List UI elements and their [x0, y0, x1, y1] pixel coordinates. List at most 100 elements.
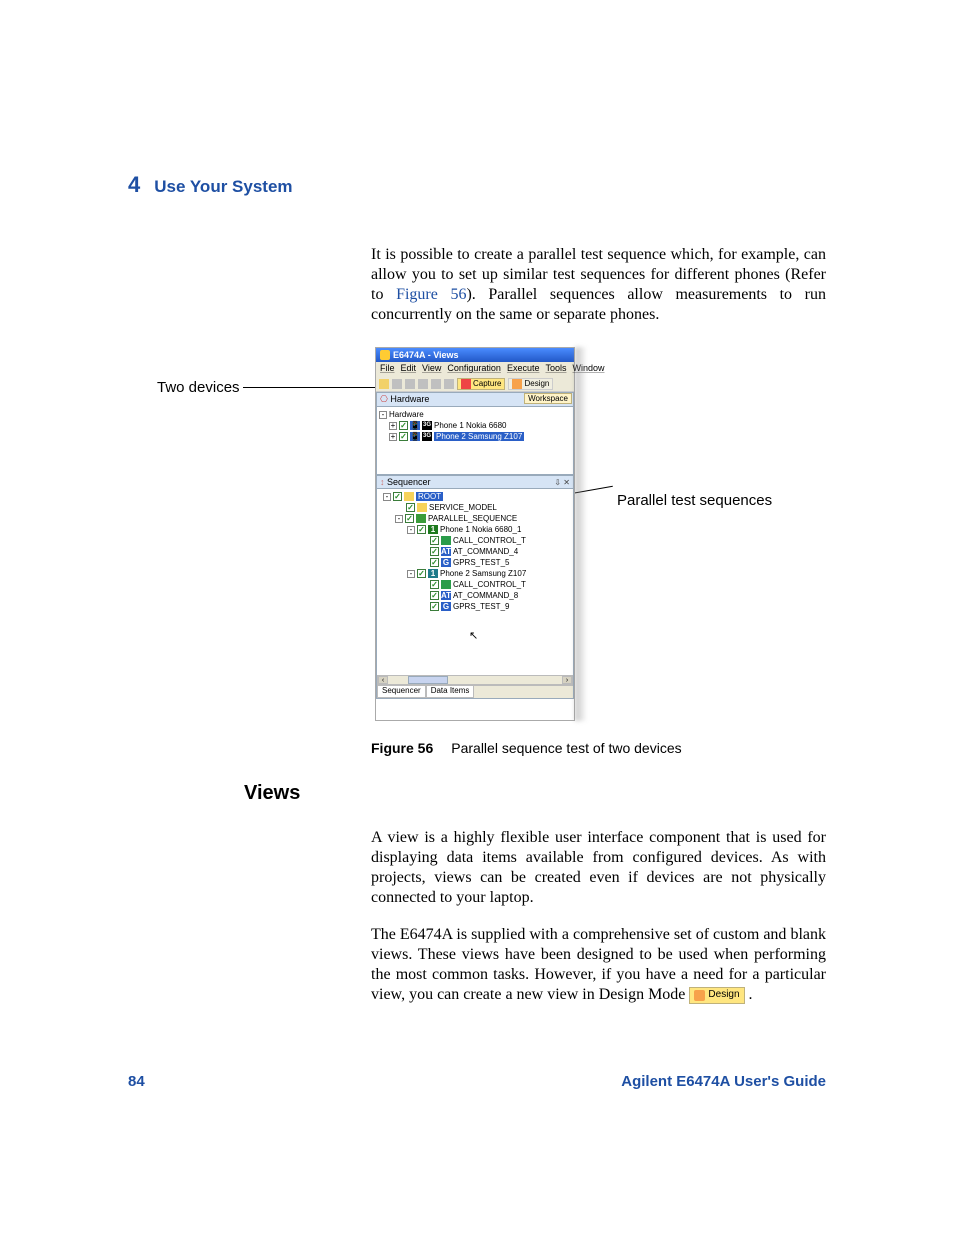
tree-row[interactable]: + ✓ 📱 3G Phone 2 Samsung Z107 — [379, 431, 571, 442]
checkbox[interactable]: ✓ — [417, 569, 426, 578]
window-titlebar[interactable]: E6474A - Views — [376, 348, 574, 362]
open-icon[interactable] — [379, 379, 389, 389]
tree-row[interactable]: ✓ATAT_COMMAND_4 — [379, 546, 571, 557]
tree-label-selected: Phone 2 Samsung Z107 — [434, 432, 524, 441]
checkbox[interactable]: ✓ — [430, 591, 439, 600]
tree-row[interactable]: ✓GGPRS_TEST_9 — [379, 601, 571, 612]
node-icon — [416, 514, 426, 523]
window-title: E6474A - Views — [393, 350, 459, 360]
tree-label: Phone 1 Nokia 6680 — [434, 421, 507, 430]
tree-label: CALL_CONTROL_T — [453, 536, 526, 545]
tree-label: CALL_CONTROL_T — [453, 580, 526, 589]
figure-56: Two devices Parallel test sequences E647… — [157, 347, 817, 727]
tree-label: GPRS_TEST_5 — [453, 558, 509, 567]
menu-tools[interactable]: Tools — [545, 363, 566, 375]
expand-icon[interactable]: - — [407, 570, 415, 578]
checkbox[interactable]: ✓ — [430, 602, 439, 611]
paragraph-parallel-intro: It is possible to create a parallel test… — [371, 245, 826, 325]
design-label: Design — [524, 379, 549, 388]
tree-row[interactable]: ✓GGPRS_TEST_5 — [379, 557, 571, 568]
sequencer-panel-header[interactable]: ↕ Sequencer ⇩ ✕ — [376, 475, 574, 489]
expand-icon[interactable]: + — [389, 433, 397, 441]
workspace-tab[interactable]: Workspace — [524, 393, 572, 404]
checkbox[interactable]: ✓ — [405, 514, 414, 523]
chapter-number: 4 — [128, 172, 140, 198]
expand-icon[interactable]: + — [389, 422, 397, 430]
capture-button[interactable]: Capture — [457, 378, 505, 390]
paste-icon[interactable] — [418, 379, 428, 389]
3g-icon: 3G — [422, 432, 432, 441]
node-icon: G — [441, 602, 451, 611]
menu-file[interactable]: File — [380, 363, 395, 375]
design-icon — [512, 379, 522, 389]
sequencer-tabs: Sequencer Data Items — [377, 685, 573, 698]
app-window: E6474A - Views File Edit View Configurat… — [375, 347, 575, 721]
scroll-left-icon[interactable]: ‹ — [378, 676, 388, 684]
checkbox[interactable]: ✓ — [417, 525, 426, 534]
tree-label: AT_COMMAND_8 — [453, 591, 518, 600]
checkbox[interactable]: ✓ — [430, 547, 439, 556]
figure-caption-text: Parallel sequence test of two devices — [451, 740, 681, 756]
cursor-icon: ↖ — [469, 629, 478, 642]
menu-edit[interactable]: Edit — [401, 363, 417, 375]
tree-row[interactable]: -✓ROOT — [379, 491, 571, 502]
tree-row[interactable]: + ✓ 📱 3G Phone 1 Nokia 6680 — [379, 420, 571, 431]
tree-row[interactable]: -✓ PARALLEL_SEQUENCE — [379, 513, 571, 524]
callout-two-devices: Two devices — [157, 379, 240, 396]
hardware-panel-body: - Hardware + ✓ 📱 3G Phone 1 Nokia 6680 +… — [376, 407, 574, 475]
node-icon — [404, 492, 414, 501]
checkbox[interactable]: ✓ — [430, 580, 439, 589]
tree-row[interactable]: ✓ SERVICE_MODEL — [379, 502, 571, 513]
tab-data-items[interactable]: Data Items — [426, 686, 475, 698]
tab-sequencer[interactable]: Sequencer — [377, 686, 426, 698]
sequencer-panel-title: Sequencer — [387, 477, 431, 487]
checkbox[interactable]: ✓ — [430, 536, 439, 545]
node-icon — [417, 503, 427, 512]
capture-icon — [461, 379, 471, 389]
menu-execute[interactable]: Execute — [507, 363, 540, 375]
tree-label: PARALLEL_SEQUENCE — [428, 514, 517, 523]
text: The E6474A is supplied with a comprehens… — [371, 926, 826, 1003]
checkbox[interactable]: ✓ — [399, 432, 408, 441]
menubar: File Edit View Configuration Execute Too… — [376, 362, 574, 376]
tree-label: SERVICE_MODEL — [429, 503, 497, 512]
checkbox[interactable]: ✓ — [430, 558, 439, 567]
menu-configuration[interactable]: Configuration — [447, 363, 501, 375]
design-label: Design — [708, 989, 739, 1002]
expand-icon[interactable]: - — [383, 493, 391, 501]
horizontal-scrollbar[interactable]: ‹ › — [377, 675, 573, 685]
design-button[interactable]: Design — [508, 378, 553, 390]
tree-row[interactable]: - Hardware — [379, 409, 571, 420]
checkbox[interactable]: ✓ — [399, 421, 408, 430]
expand-icon[interactable]: - — [395, 515, 403, 523]
expand-icon[interactable]: - — [379, 411, 387, 419]
tree-row[interactable]: -✓1Phone 1 Nokia 6680_1 — [379, 524, 571, 535]
figure-cross-reference[interactable]: Figure 56 — [396, 286, 466, 303]
panel-pin-icon[interactable]: ⇩ ✕ — [554, 478, 570, 487]
scroll-right-icon[interactable]: › — [562, 676, 572, 684]
app-icon — [380, 350, 390, 360]
filter-icon[interactable] — [431, 379, 441, 389]
tree-row[interactable]: ✓ CALL_CONTROL_T — [379, 535, 571, 546]
tree-row[interactable]: ✓ATAT_COMMAND_8 — [379, 590, 571, 601]
checkbox[interactable]: ✓ — [393, 492, 402, 501]
copy-icon[interactable] — [405, 379, 415, 389]
paragraph-views-intro: A view is a highly flexible user interfa… — [371, 828, 826, 908]
menu-view[interactable]: View — [422, 363, 441, 375]
design-mode-button-inline: Design — [689, 987, 744, 1004]
checkbox[interactable]: ✓ — [406, 503, 415, 512]
callout-line — [243, 387, 375, 388]
cut-icon[interactable] — [392, 379, 402, 389]
expand-icon[interactable]: - — [407, 526, 415, 534]
node-icon: AT — [441, 547, 451, 556]
page-number: 84 — [128, 1073, 145, 1090]
scroll-thumb[interactable] — [408, 676, 448, 684]
views-icon[interactable] — [444, 379, 454, 389]
tree-row[interactable]: -✓1Phone 2 Samsung Z107 — [379, 568, 571, 579]
node-icon: G — [441, 558, 451, 567]
document-title: Agilent E6474A User's Guide — [621, 1073, 826, 1090]
phone-icon: 📱 — [410, 432, 420, 441]
tree-label: AT_COMMAND_4 — [453, 547, 518, 556]
tree-row[interactable]: ✓ CALL_CONTROL_T — [379, 579, 571, 590]
3g-icon: 3G — [422, 421, 432, 430]
